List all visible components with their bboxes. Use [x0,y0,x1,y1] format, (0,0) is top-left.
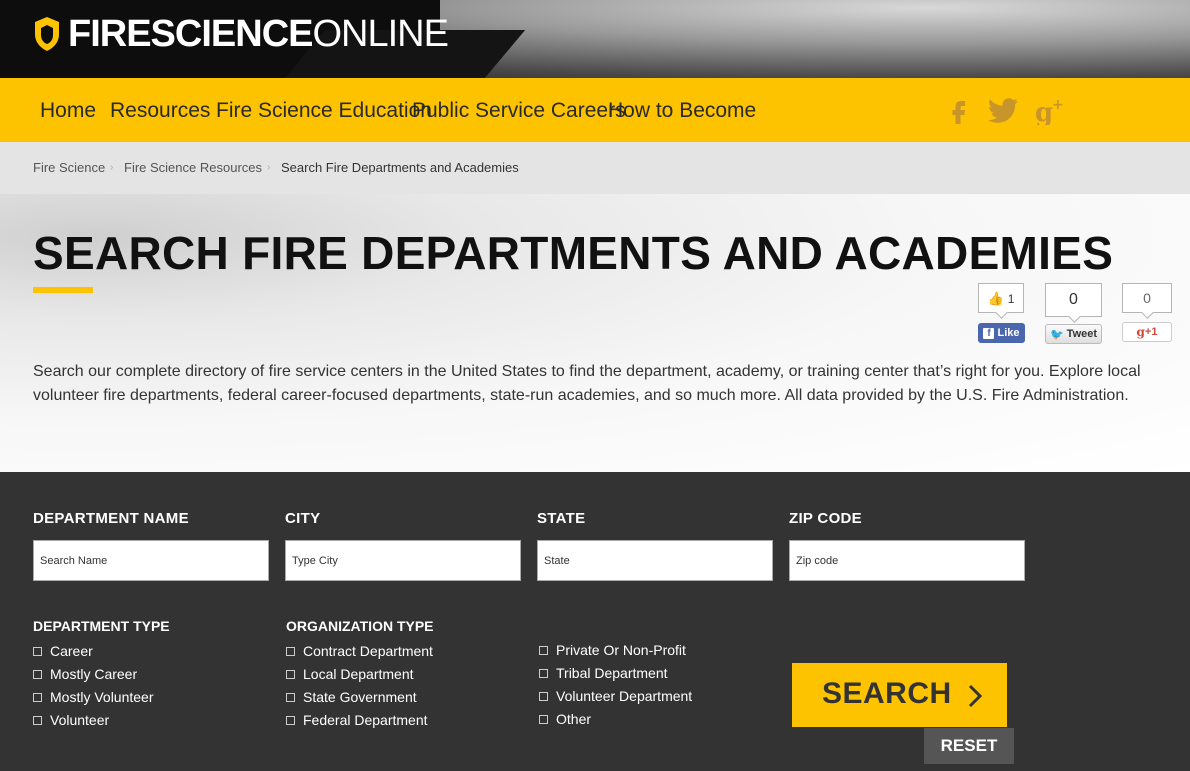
checkbox-private-or-non-profit[interactable]: Private Or Non-Profit [539,642,686,658]
shield-badge-icon [35,17,59,51]
main-nav: Home Resources Fire Science Education Pu… [0,78,1190,142]
chevron-right-icon: › [267,162,271,173]
twitter-icon: 🐦 [1049,328,1064,341]
checkbox-tribal-department[interactable]: Tribal Department [539,665,668,681]
department-type-label: DEPARTMENT TYPE [33,618,170,634]
checkbox-other[interactable]: Other [539,711,591,727]
checkbox-federal-department[interactable]: Federal Department [286,712,428,728]
state-input[interactable] [537,540,773,581]
facebook-icon[interactable] [945,97,973,125]
checkbox-volunteer[interactable]: Volunteer [33,712,109,728]
organization-type-label: ORGANIZATION TYPE [286,618,434,634]
zip-code-input[interactable] [789,540,1025,581]
twitter-icon[interactable] [987,97,1019,125]
site-logo-text: FIRESCIENCEONLINE [68,13,449,55]
google-plus-icon: g [1136,325,1145,339]
zip-code-label: ZIP CODE [789,510,862,527]
site-header: FIRESCIENCEONLINE [0,0,1190,78]
tweet-count: 0 [1045,283,1102,317]
page-title: SEARCH FIRE DEPARTMENTS AND ACADEMIES [33,227,1114,279]
like-count: 👍 1 [978,283,1024,313]
nav-item-fire-science-education[interactable]: Fire Science Education [216,99,432,123]
checkbox-state-government[interactable]: State Government [286,689,417,705]
checkbox-volunteer-department[interactable]: Volunteer Department [539,688,692,704]
department-name-input[interactable] [33,540,269,581]
breadcrumb-current: Search Fire Departments and Academies [281,160,519,175]
nav-item-how-to-become[interactable]: How to Become [608,99,756,123]
chevron-right-icon: › [110,162,114,173]
svg-text:+: + [1052,97,1064,113]
chevron-right-icon [968,684,982,708]
department-name-label: DEPARTMENT NAME [33,510,189,527]
google-plus-one-button[interactable]: g +1 [1122,322,1172,342]
svg-text:g: g [1035,98,1053,125]
facebook-icon: f [983,327,995,339]
site-logo[interactable]: FIRESCIENCEONLINE [32,13,449,55]
page-description: Search our complete directory of fire se… [33,363,1141,404]
state-label: STATE [537,510,586,527]
city-input[interactable] [285,540,521,581]
page-hero: SEARCH FIRE DEPARTMENTS AND ACADEMIES 👍 … [0,194,1190,472]
checkbox-career[interactable]: Career [33,643,93,659]
search-filters-panel: DEPARTMENT NAME CITY STATE ZIP CODE DEPA… [0,472,1190,771]
search-button[interactable]: SEARCH [792,663,1007,727]
reset-button[interactable]: RESET [924,728,1014,764]
search-button-label: SEARCH [822,677,952,710]
breadcrumb-link-fire-science-resources[interactable]: Fire Science Resources [124,160,262,175]
tweet-button[interactable]: 🐦 Tweet [1045,324,1102,344]
google-plus-count: 0 [1122,283,1172,313]
checkbox-mostly-volunteer[interactable]: Mostly Volunteer [33,689,154,705]
city-label: CITY [285,510,321,527]
facebook-like-button[interactable]: f Like [978,323,1025,343]
thumbs-up-icon: 👍 [987,291,1004,306]
nav-item-resources[interactable]: Resources [110,99,210,123]
nav-item-home[interactable]: Home [40,99,96,123]
nav-item-public-service-careers[interactable]: Public Service Careers [412,99,626,123]
google-plus-icon[interactable]: g + [1035,97,1065,125]
checkbox-contract-department[interactable]: Contract Department [286,643,433,659]
checkbox-mostly-career[interactable]: Mostly Career [33,666,137,682]
breadcrumb: Fire Science › Fire Science Resources › … [0,142,1190,194]
checkbox-local-department[interactable]: Local Department [286,666,414,682]
title-underline [33,287,93,293]
breadcrumb-link-fire-science[interactable]: Fire Science [33,160,105,175]
